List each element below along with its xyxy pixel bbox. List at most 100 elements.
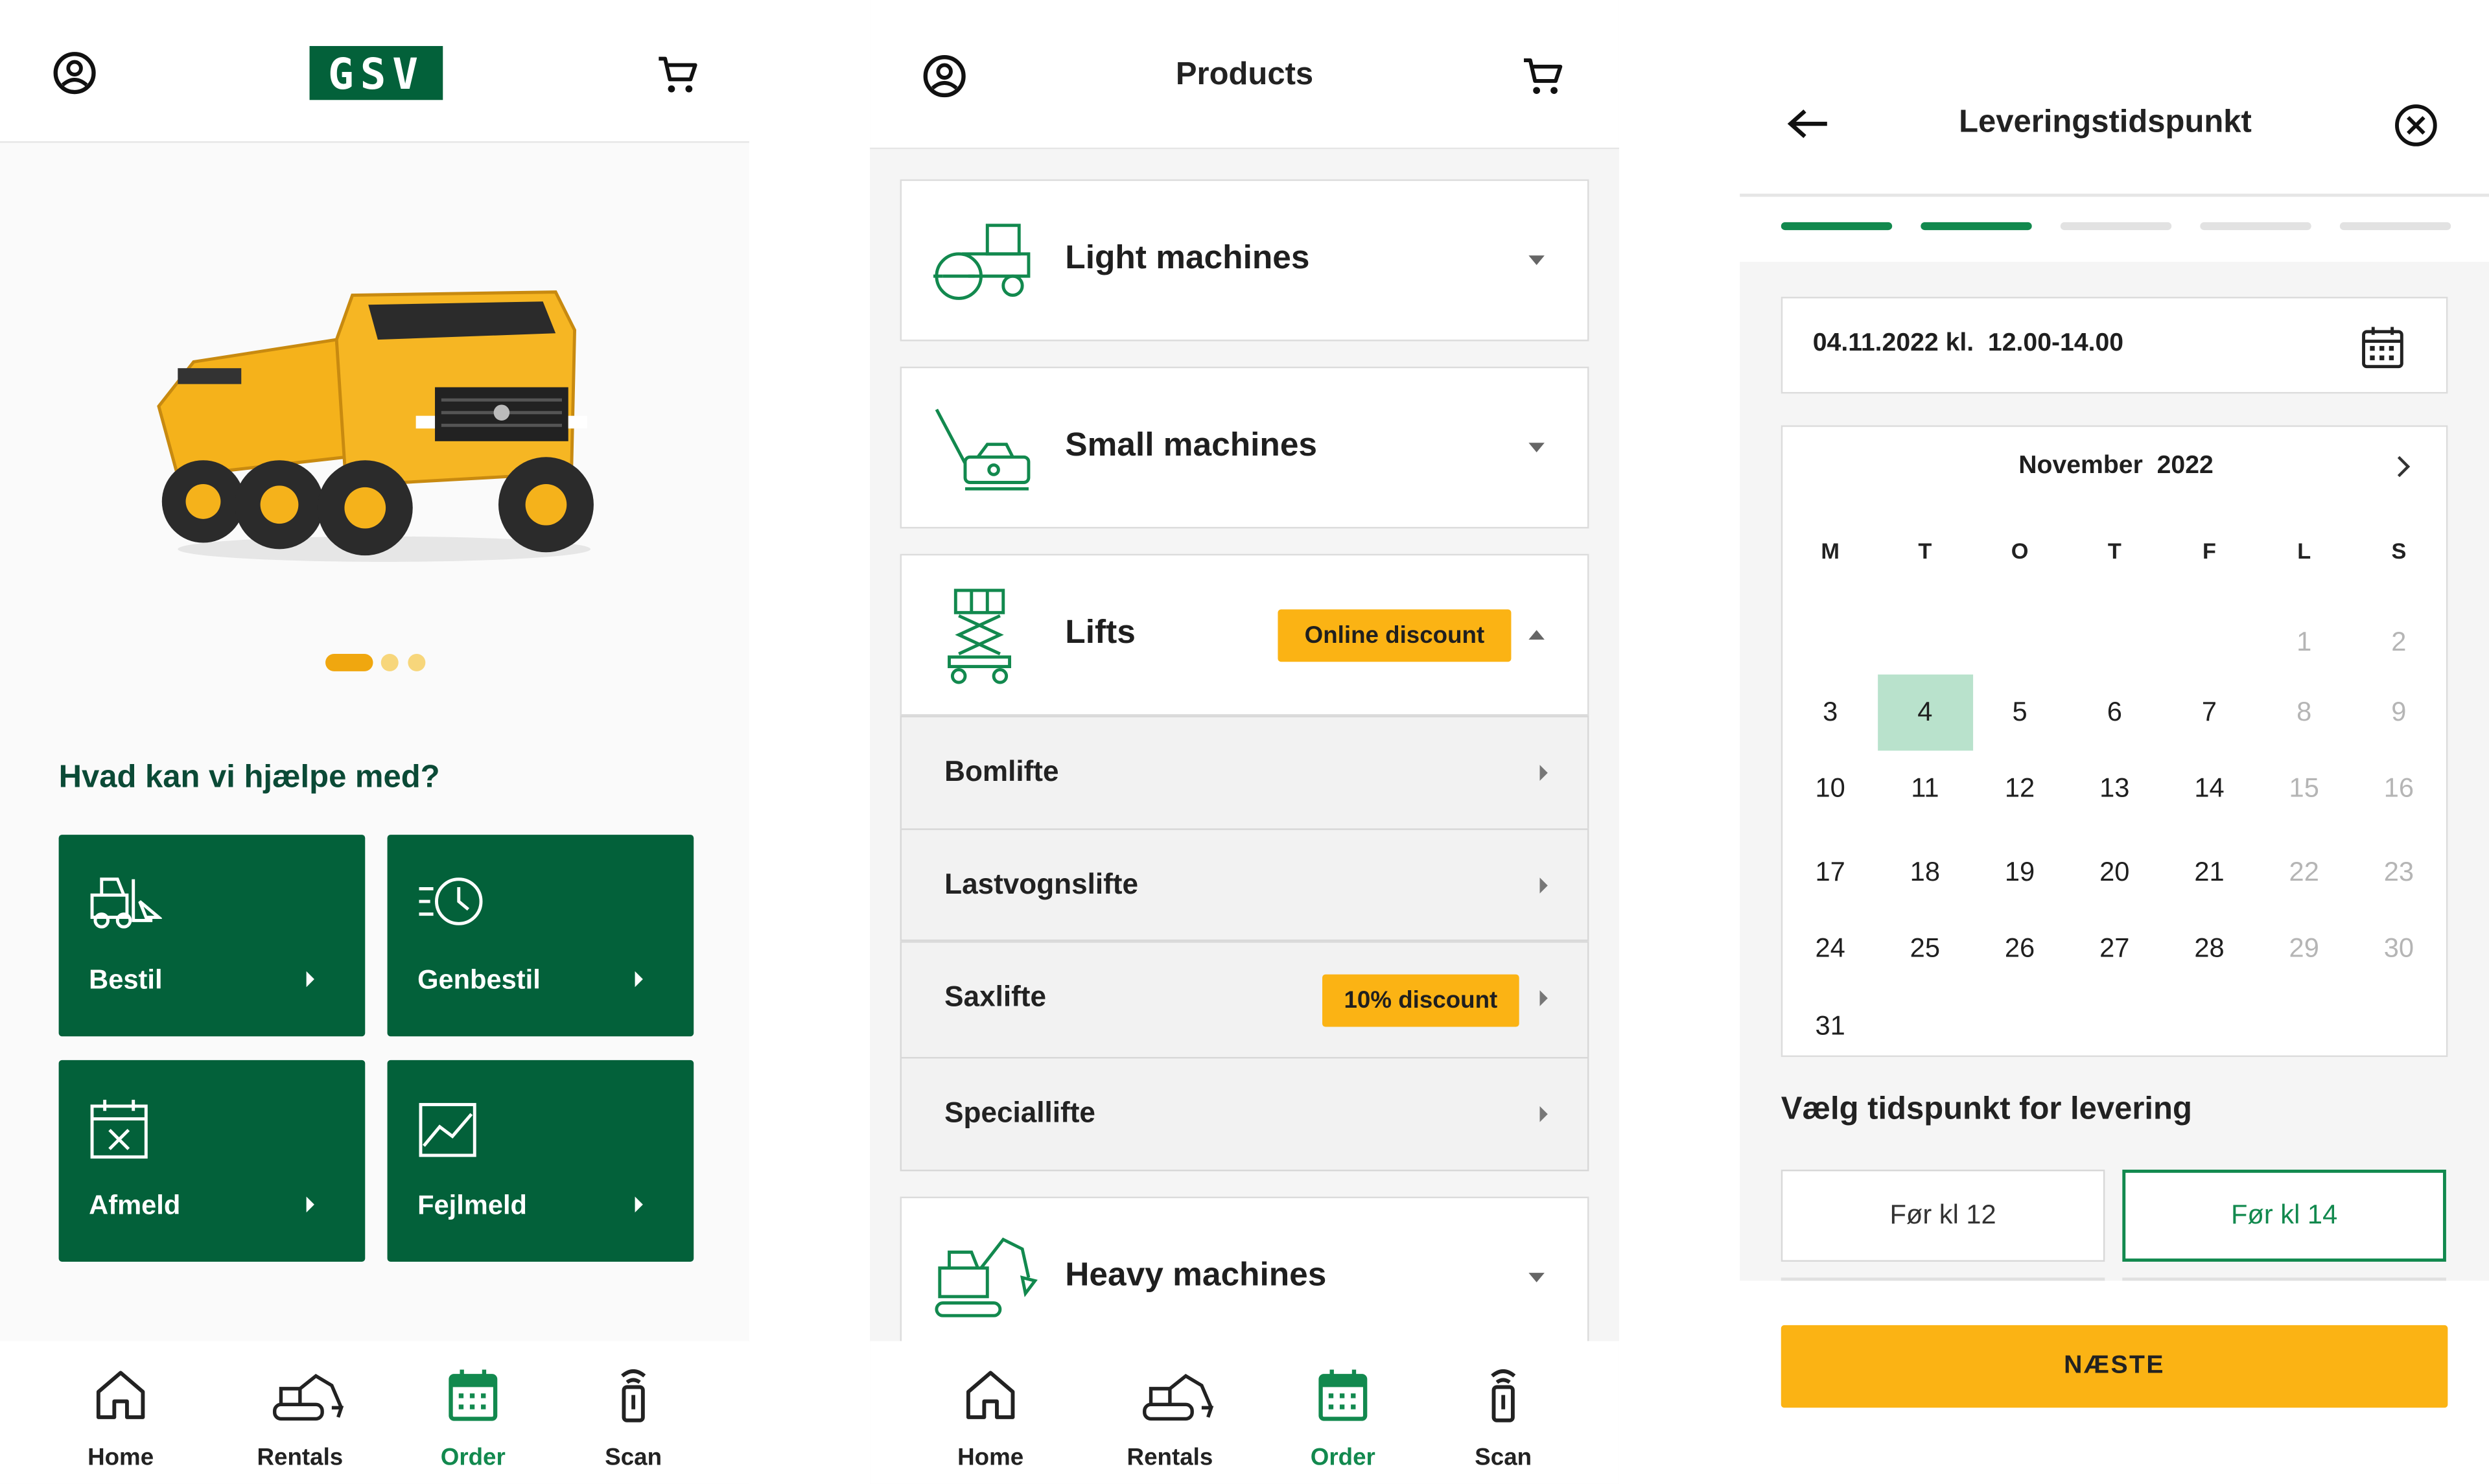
lift-item-lastvognslifte[interactable]: Lastvognslifte — [900, 828, 1589, 942]
lift-item-label: Bomlifte — [944, 755, 1059, 787]
calendar-day[interactable]: 12 — [1972, 773, 2068, 805]
lift-item-saxlifte[interactable]: Saxlifte 10% discount — [900, 941, 1589, 1059]
products-header: Products — [870, 0, 1619, 150]
chevron-right-icon[interactable] — [2392, 454, 2414, 479]
calendar: November 2022 M T O T F L S 1 2 3 4 5 6 7 8 9 10 11 12 13 14… — [1781, 425, 2448, 1058]
chevron-down-icon — [1528, 1273, 1545, 1282]
lift-item-label: Speciallifte — [944, 1096, 1095, 1129]
calendar-day[interactable]: 16 — [2351, 773, 2446, 805]
scanner-icon — [621, 1369, 646, 1422]
tile-label: Bestil — [89, 964, 163, 995]
close-icon[interactable] — [2394, 103, 2438, 148]
products-screen: Products Light machines Small machines L… — [870, 0, 1619, 1484]
calendar-day[interactable]: 11 — [1877, 773, 1972, 805]
tile-afmeld[interactable]: Afmeld — [58, 1060, 366, 1262]
calendar-day[interactable]: 25 — [1877, 933, 1972, 965]
calendar-day[interactable]: 31 — [1782, 1011, 1878, 1043]
chevron-right-icon — [635, 971, 643, 988]
chevron-right-icon — [1539, 877, 1548, 894]
calendar-day-selected[interactable]: 4 — [1877, 697, 1972, 728]
delivery-header: Leveringstidspunkt — [1740, 0, 2489, 197]
tile-genbestil[interactable]: Genbestil — [387, 835, 694, 1037]
calendar-day[interactable]: 21 — [2162, 857, 2257, 888]
nav-home[interactable]: Home — [49, 1341, 192, 1483]
calendar-day[interactable]: 8 — [2256, 697, 2352, 728]
calendar-day[interactable]: 3 — [1782, 697, 1878, 728]
back-arrow-icon[interactable] — [1787, 108, 1829, 140]
calendar-day[interactable]: 17 — [1782, 857, 1878, 888]
machine-icon — [1143, 1374, 1214, 1421]
chevron-down-icon — [1528, 255, 1545, 265]
calendar-day[interactable]: 1 — [2256, 627, 2352, 658]
calendar-day[interactable]: 9 — [2351, 697, 2446, 728]
nav-home[interactable]: Home — [919, 1341, 1062, 1483]
tile-bestil[interactable]: Bestil — [58, 835, 366, 1037]
carousel-dot-active[interactable] — [325, 653, 373, 671]
chart-icon — [419, 1103, 476, 1157]
profile-icon[interactable] — [51, 49, 98, 97]
slot-label: Før kl 12 — [1889, 1200, 1996, 1230]
calendar-day[interactable]: 22 — [2256, 857, 2352, 888]
nav-rentals[interactable]: Rentals — [229, 1341, 371, 1483]
nav-label: Scan — [1475, 1444, 1532, 1472]
scanner-icon — [1491, 1369, 1516, 1422]
date-field[interactable]: 04.11.2022 kl. 12.00-14.00 — [1781, 296, 2448, 394]
nav-label: Scan — [605, 1444, 662, 1472]
nav-rentals[interactable]: Rentals — [1099, 1341, 1241, 1483]
calendar-day[interactable]: 24 — [1782, 933, 1878, 965]
calendar-icon[interactable] — [2361, 325, 2405, 370]
machine-icon — [272, 1374, 344, 1421]
calendar-day[interactable]: 26 — [1972, 933, 2068, 965]
calendar-day[interactable]: 18 — [1877, 857, 1972, 888]
time-slot-before-14[interactable]: Før kl 14 — [2122, 1169, 2446, 1262]
calendar-day[interactable]: 19 — [1972, 857, 2068, 888]
calendar-day[interactable]: 10 — [1782, 773, 1878, 805]
gsv-logo[interactable]: GSV — [309, 46, 443, 100]
calendar-day[interactable]: 27 — [2067, 933, 2162, 965]
calendar-day[interactable]: 2 — [2351, 627, 2446, 658]
slot-label: Før kl 14 — [2230, 1200, 2338, 1230]
carousel-dot[interactable] — [408, 653, 426, 671]
lift-item-speciallifte[interactable]: Speciallifte — [900, 1057, 1589, 1172]
time-slot-before-12[interactable]: Før kl 12 — [1781, 1169, 2105, 1262]
cart-icon[interactable] — [655, 52, 700, 97]
category-light-machines[interactable]: Light machines — [900, 179, 1589, 342]
next-button-label: NÆSTE — [2064, 1352, 2166, 1380]
calendar-day[interactable]: 6 — [2067, 697, 2162, 728]
nav-label: Rentals — [1127, 1444, 1213, 1472]
nav-order[interactable]: Order — [402, 1341, 544, 1483]
calendar-icon — [1318, 1369, 1368, 1421]
calendar-month: November 2022 — [2018, 452, 2214, 480]
weekday-header: M — [1821, 538, 1840, 564]
nav-order[interactable]: Order — [1272, 1341, 1414, 1483]
calendar-day[interactable]: 5 — [1972, 697, 2068, 728]
cart-icon[interactable] — [1521, 54, 1565, 99]
calendar-day[interactable]: 30 — [2351, 933, 2446, 965]
online-discount-badge: Online discount — [1278, 609, 1512, 662]
calendar-day[interactable]: 7 — [2162, 697, 2257, 728]
calendar-day[interactable]: 23 — [2351, 857, 2446, 888]
category-lifts[interactable]: Lifts Online discount — [900, 553, 1589, 716]
next-button[interactable]: NÆSTE — [1781, 1325, 2448, 1408]
chevron-right-icon — [1539, 1106, 1548, 1122]
category-small-machines[interactable]: Small machines — [900, 366, 1589, 529]
calendar-day[interactable]: 13 — [2067, 773, 2162, 805]
nav-scan[interactable]: Scan — [562, 1341, 705, 1483]
progress-step — [2060, 222, 2172, 231]
help-heading: Hvad kan vi hjælpe med? — [58, 760, 440, 795]
calendar-day[interactable]: 29 — [2256, 933, 2352, 965]
tile-label: Fejlmeld — [417, 1190, 527, 1221]
nav-label: Home — [957, 1444, 1024, 1472]
home-screen: GSV Hvad kan vi hjælpe med? Bestil Genbe… — [0, 0, 749, 1484]
carousel-dot[interactable] — [380, 653, 399, 671]
nav-scan[interactable]: Scan — [1432, 1341, 1574, 1483]
lift-item-bomlifte[interactable]: Bomlifte — [900, 715, 1589, 830]
calendar-day[interactable]: 15 — [2256, 773, 2352, 805]
tile-fejlmeld[interactable]: Fejlmeld — [387, 1060, 694, 1262]
calendar-day[interactable]: 28 — [2162, 933, 2257, 965]
category-heavy-machines[interactable]: Heavy machines — [900, 1196, 1589, 1359]
calendar-day[interactable]: 14 — [2162, 773, 2257, 805]
progress-step — [1781, 222, 1893, 231]
weekday-header: T — [2107, 538, 2121, 564]
calendar-day[interactable]: 20 — [2067, 857, 2162, 888]
